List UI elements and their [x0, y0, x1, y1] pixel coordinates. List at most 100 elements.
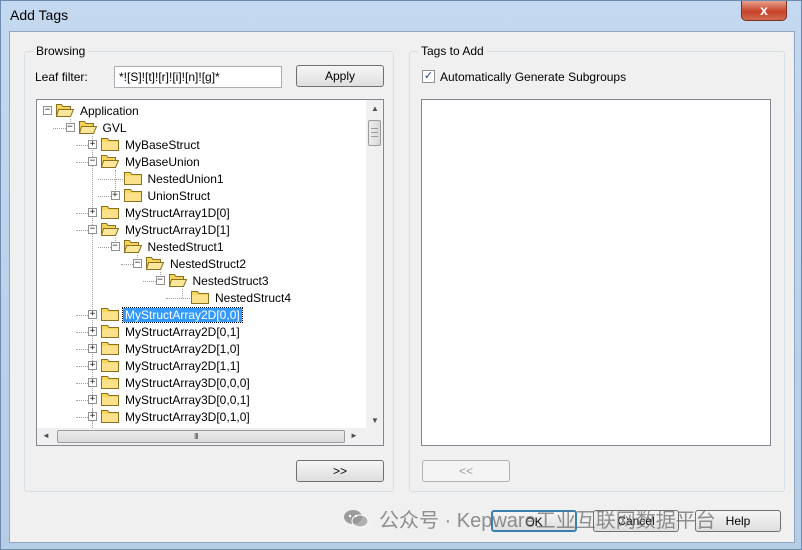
tree-node[interactable]: + MyStructArray1D[0]: [88, 204, 232, 221]
auto-subgroups-checkbox[interactable]: ✓: [422, 70, 435, 83]
expand-icon[interactable]: +: [88, 378, 97, 387]
expand-icon[interactable]: +: [88, 310, 97, 319]
title-bar[interactable]: Add Tags x: [1, 1, 801, 31]
tree-node-label[interactable]: MyBaseUnion: [123, 155, 202, 169]
tree-node[interactable]: + MyStructArray3D[0,0,0]: [88, 374, 252, 391]
tree-node-label[interactable]: NestedUnion1: [146, 172, 226, 186]
watermark-text: 公众号 · Kepware工业互联网数据平台: [379, 510, 716, 532]
add-tags-button[interactable]: >>: [296, 460, 384, 482]
scroll-right-icon[interactable]: ►: [350, 431, 358, 440]
tree-node[interactable]: − NestedStruct3: [155, 272, 271, 289]
tree-node-label[interactable]: MyStructArray2D[1,1]: [123, 359, 242, 373]
tree-guide-line: [75, 229, 88, 231]
tree-node[interactable]: + MyBaseStruct: [88, 136, 202, 153]
vertical-scroll-thumb[interactable]: — — —: [368, 120, 381, 146]
collapse-icon[interactable]: −: [133, 259, 142, 268]
tree-node[interactable]: NestedUnion1: [111, 170, 226, 187]
tree-node-label[interactable]: MyStructArray1D[1]: [123, 223, 232, 237]
tree-guide-line: [75, 382, 88, 384]
tree-guide-line: [75, 399, 88, 401]
tree-node[interactable]: + MyStructArray3D[0,1,0]: [88, 408, 252, 425]
tree-node-label[interactable]: NestedStruct2: [168, 257, 248, 271]
auto-subgroups-label[interactable]: Automatically Generate Subgroups: [440, 70, 626, 84]
collapse-icon[interactable]: −: [65, 123, 75, 132]
folder-icon: [101, 308, 119, 321]
tree-node-label[interactable]: Application: [78, 104, 141, 118]
tree-node[interactable]: − MyBaseUnion: [88, 153, 202, 170]
tree-node-label[interactable]: NestedStruct4: [213, 291, 293, 305]
tree-guide-line: [75, 365, 88, 367]
collapse-icon[interactable]: −: [110, 242, 120, 251]
expand-icon[interactable]: +: [88, 327, 97, 336]
apply-button[interactable]: Apply: [296, 65, 384, 87]
tags-to-add-group: Tags to Add ✓ Automatically Generate Sub…: [409, 44, 785, 492]
tree-guide-line: [143, 280, 156, 282]
expand-icon[interactable]: +: [88, 140, 97, 149]
grip-icon: — — —: [371, 125, 378, 140]
checkmark-icon: ✓: [423, 70, 434, 82]
tree-guide-line: [75, 144, 88, 146]
tree-node-label[interactable]: NestedStruct1: [146, 240, 226, 254]
tree-node-label[interactable]: MyStructArray2D[0,1]: [123, 325, 242, 339]
tree-guide-line: [75, 331, 88, 333]
folder-icon: [101, 138, 119, 151]
tree-node[interactable]: + UnionStruct: [110, 187, 213, 204]
tree-node[interactable]: + MyStructArray2D[1,0]: [88, 340, 242, 357]
scroll-down-icon[interactable]: ▼: [371, 416, 379, 425]
folder-icon: [101, 393, 119, 406]
tree-node[interactable]: − NestedStruct2: [133, 255, 248, 272]
tree-guide-line: [75, 161, 88, 163]
close-button[interactable]: x: [741, 1, 787, 21]
tree-node-label[interactable]: MyStructArray2D[1,0]: [123, 342, 242, 356]
tree-node[interactable]: + MyStructArray2D[0,1]: [88, 323, 242, 340]
tree-vertical-scrollbar[interactable]: ▲ — — — ▼: [366, 100, 383, 429]
folder-open-icon: [78, 121, 97, 134]
tree-node-label[interactable]: MyStructArray3D[0,0,1]: [123, 393, 252, 407]
tree-node[interactable]: + MyStructArray2D[0,0]: [88, 306, 243, 323]
tree-node[interactable]: + MyStructArray3D[0,0,1]: [88, 391, 252, 408]
tree-node[interactable]: + MyStructArray2D[1,1]: [88, 357, 242, 374]
collapse-icon[interactable]: −: [88, 225, 97, 234]
horizontal-scroll-thumb[interactable]: III: [57, 430, 345, 443]
tree-node[interactable]: − GVL: [65, 119, 129, 136]
tree-node-label[interactable]: MyStructArray3D[0,0,0]: [123, 376, 252, 390]
tags-to-add-list[interactable]: [421, 99, 771, 446]
collapse-icon[interactable]: −: [155, 276, 165, 285]
tree-node-label[interactable]: MyStructArray1D[0]: [123, 206, 232, 220]
expand-icon[interactable]: +: [88, 361, 97, 370]
expand-icon[interactable]: +: [88, 344, 97, 353]
expand-icon[interactable]: +: [110, 191, 120, 200]
tree-node-label[interactable]: MyBaseStruct: [123, 138, 202, 152]
collapse-icon[interactable]: −: [88, 157, 97, 166]
tree-node-label[interactable]: UnionStruct: [146, 189, 213, 203]
tree-horizontal-scrollbar[interactable]: ◄ III ►: [37, 428, 366, 445]
tree-node-label[interactable]: GVL: [101, 121, 129, 135]
expand-icon[interactable]: +: [88, 208, 97, 217]
tree-node[interactable]: − NestedStruct1: [110, 238, 226, 255]
tree-node-label[interactable]: MyStructArray3D[0,1,0]: [123, 410, 252, 424]
expand-icon[interactable]: +: [88, 412, 97, 421]
folder-icon: [101, 376, 119, 389]
folder-icon: [101, 410, 119, 423]
scroll-left-icon[interactable]: ◄: [42, 431, 50, 440]
scroll-up-icon[interactable]: ▲: [371, 104, 379, 113]
tree-node[interactable]: − MyStructArray1D[1]: [88, 221, 232, 238]
tree-node[interactable]: − Application: [43, 102, 141, 119]
folder-icon: [101, 206, 119, 219]
tree-node-label[interactable]: MyStructArray2D[0,0]: [122, 306, 243, 323]
leaf-filter-input[interactable]: *![S]![t]![r]![i]![n]![g]*: [114, 66, 282, 88]
folder-icon: [101, 359, 119, 372]
tree-guide-line: [75, 348, 88, 350]
tree-node-label[interactable]: NestedStruct3: [191, 274, 271, 288]
folder-open-icon: [55, 104, 75, 117]
tree-guide-line: [120, 263, 133, 265]
browse-tree[interactable]: − Application − GVL + MyBaseStruct − MyBaseUnio…: [36, 99, 384, 446]
collapse-icon[interactable]: −: [43, 106, 52, 115]
remove-tags-button[interactable]: <<: [422, 460, 510, 482]
expand-icon[interactable]: +: [88, 395, 97, 404]
dialog-client-area: Browsing Leaf filter: *![S]![t]![r]![i]!…: [9, 31, 795, 543]
folder-icon: [123, 172, 142, 185]
tree-node[interactable]: NestedStruct4: [178, 289, 293, 306]
browsing-group-label: Browsing: [33, 44, 89, 58]
tree-guide-line: [98, 195, 111, 197]
